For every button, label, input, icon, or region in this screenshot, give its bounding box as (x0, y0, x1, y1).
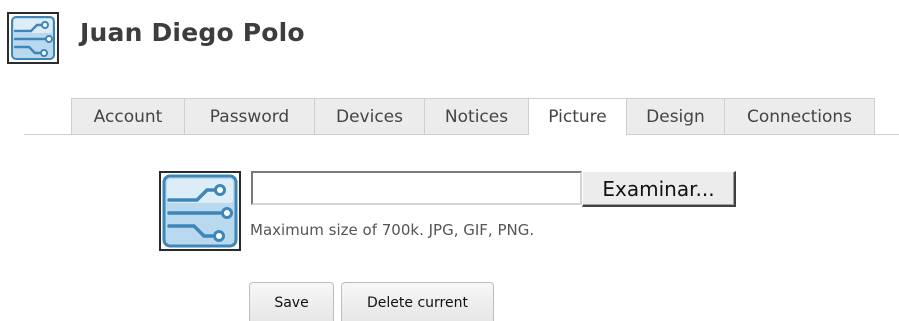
profile-name: Juan Diego Polo (80, 18, 305, 47)
tab-picture[interactable]: Picture (529, 98, 627, 136)
save-button[interactable]: Save (249, 282, 334, 321)
current-picture (159, 171, 241, 251)
settings-tabs: Account Password Devices Notices Picture… (71, 98, 875, 136)
picture-file-input[interactable] (251, 171, 582, 205)
tab-account[interactable]: Account (71, 98, 185, 135)
tab-design[interactable]: Design (627, 98, 725, 135)
circuit-board-icon (162, 174, 238, 248)
profile-avatar (7, 12, 59, 64)
tab-password[interactable]: Password (185, 98, 315, 135)
circuit-board-icon (11, 16, 55, 60)
picture-settings-page: Juan Diego Polo Account Password Devices… (0, 0, 899, 321)
tab-devices[interactable]: Devices (315, 98, 425, 135)
upload-size-hint: Maximum size of 700k. JPG, GIF, PNG. (250, 221, 535, 239)
tab-connections[interactable]: Connections (725, 98, 875, 135)
tab-notices[interactable]: Notices (425, 98, 529, 135)
delete-current-button[interactable]: Delete current (341, 282, 494, 321)
browse-button[interactable]: Examinar... (582, 171, 736, 207)
